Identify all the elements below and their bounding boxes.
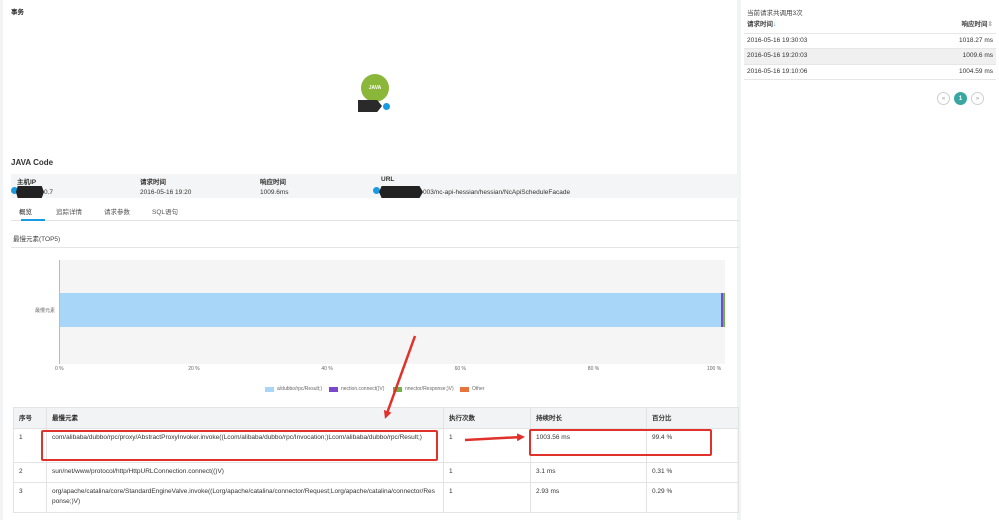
- legend-swatch: [393, 386, 402, 392]
- col-count: 执行次数: [443, 407, 531, 429]
- main-panel: 事务 JAVA JAVA Code 主机IP 请求时间 响应时间 URL 0.7…: [3, 0, 739, 520]
- invocation-response: 1004.59 ms: [901, 64, 996, 80]
- cell-count: 1: [443, 462, 531, 483]
- table-row[interactable]: 3 org/apache/catalina/core/StandardEngin…: [13, 482, 739, 513]
- header-response-time: 响应时间: [260, 179, 286, 186]
- cell-element: org/apache/catalina/core/StandardEngineV…: [46, 482, 444, 513]
- sidebar-col-time-label: 请求时间: [747, 21, 773, 28]
- sidebar-col-time[interactable]: 请求时间↓: [744, 18, 902, 34]
- invocation-response: 1018.27 ms: [901, 33, 996, 49]
- tab-trace-details[interactable]: 追踪详情: [56, 206, 82, 216]
- invocation-response: 1009.6 ms: [901, 48, 996, 65]
- col-no: 序号: [13, 407, 47, 429]
- table-row[interactable]: 2 sun/net/www/protocol/http/HttpURLConne…: [13, 462, 739, 483]
- pagination: « 1 »: [937, 92, 984, 105]
- invocation-time: 2016-05-16 19:20:03: [744, 48, 902, 65]
- chart-title: 最慢元素(TOP5): [13, 236, 61, 243]
- sort-icon[interactable]: ⇕: [988, 21, 993, 28]
- sidebar-col-response-label: 响应时间: [961, 21, 988, 28]
- x-tick-label: 20 %: [188, 366, 200, 372]
- legend-item[interactable]: nection.connect()V): [329, 386, 384, 392]
- bar-segment-1[interactable]: [59, 293, 721, 327]
- response-time-value: 1009.6ms: [260, 189, 289, 196]
- cell-percent: 0.31 %: [646, 462, 739, 483]
- topology-title: 事务: [11, 9, 24, 16]
- url-marker-dot: [373, 187, 380, 194]
- active-tab-indicator: [21, 219, 45, 221]
- legend-swatch: [265, 386, 274, 392]
- x-tick-label: 0 %: [55, 366, 64, 372]
- java-service-node[interactable]: JAVA: [361, 74, 389, 102]
- node-label-redacted: [358, 100, 382, 112]
- header-url: URL: [381, 176, 395, 183]
- x-tick-label: 80 %: [587, 366, 600, 372]
- cell-duration: 2.93 ms: [530, 482, 647, 513]
- legend-item[interactable]: a/dubbo/rpc/Result;): [265, 386, 322, 392]
- cell-duration: 3.1 ms: [530, 462, 647, 483]
- node-marker-dot: [383, 103, 390, 110]
- x-tick-label: 100 %: [707, 366, 722, 372]
- cell-element: sun/net/www/protocol/http/HttpURLConnect…: [46, 462, 444, 483]
- legend-label: nnector/Response;)V): [405, 386, 454, 392]
- highlight-box-element: [41, 430, 438, 461]
- cell-no: 3: [13, 482, 47, 513]
- x-tick-label: 40 %: [321, 366, 333, 372]
- host-ip-value: 0.7: [44, 189, 54, 196]
- invocation-time: 2016-05-16 19:30:03: [744, 33, 902, 49]
- prev-page-button[interactable]: «: [937, 92, 950, 105]
- invocation-sidebar: 当前请求共调用3次 请求时间↓ 响应时间⇕ 2016-05-16 19:30:0…: [741, 0, 999, 520]
- cell-no: 2: [13, 462, 47, 483]
- bar-segment-3[interactable]: [723, 293, 726, 327]
- invocation-row[interactable]: 2016-05-16 19:10:06 1004.59 ms: [744, 64, 996, 80]
- legend-label: a/dubbo/rpc/Result;): [277, 386, 323, 392]
- invocation-row-selected[interactable]: 2016-05-16 19:20:03 1009.6 ms: [744, 48, 996, 65]
- header-host-ip: 主机IP: [17, 179, 37, 186]
- url-value[interactable]: 003/nc-api-hessian/hessian/NcApiSchedule…: [423, 189, 570, 196]
- next-page-button[interactable]: »: [971, 92, 984, 105]
- legend-item[interactable]: nnector/Response;)V): [393, 386, 454, 392]
- legend-swatch: [460, 386, 469, 392]
- col-percent: 百分比: [646, 407, 739, 429]
- tab-overview[interactable]: 概览: [19, 206, 32, 216]
- tab-request-params[interactable]: 请求参数: [104, 206, 130, 216]
- cell-percent: 0.29 %: [646, 482, 739, 513]
- request-info-row: [11, 174, 739, 198]
- chart-y-axis: [59, 260, 60, 364]
- request-time-value: 2016-05-16 19:20: [140, 189, 192, 196]
- invocation-table: 请求时间↓ 响应时间⇕ 2016-05-16 19:30:03 1018.27 …: [744, 18, 996, 80]
- invocation-time: 2016-05-16 19:10:06: [744, 64, 902, 80]
- cell-count: 1: [443, 482, 531, 513]
- cell-count: 1: [443, 428, 531, 463]
- invocation-row[interactable]: 2016-05-16 19:30:03 1018.27 ms: [744, 33, 996, 49]
- sidebar-title: 当前请求共调用3次: [747, 10, 803, 17]
- url-host-redacted: [379, 186, 423, 198]
- col-element: 最慢元素: [46, 407, 444, 429]
- header-request-time: 请求时间: [140, 179, 166, 186]
- sort-desc-icon[interactable]: ↓: [773, 21, 776, 28]
- slowest-element-chart: [59, 260, 726, 364]
- col-duration: 持续时长: [530, 407, 647, 429]
- host-ip-redacted: [16, 186, 44, 198]
- highlight-box-duration: [529, 429, 712, 456]
- legend-label: Other: [472, 386, 485, 392]
- chart-category-label: 最慢元素: [35, 308, 56, 314]
- tab-sql[interactable]: SQL语句: [152, 206, 178, 216]
- x-tick-label: 60 %: [454, 366, 466, 372]
- legend-label: nection.connect()V): [341, 386, 385, 392]
- chart-divider: [11, 247, 739, 248]
- sidebar-col-response[interactable]: 响应时间⇕: [901, 18, 996, 34]
- java-code-title: JAVA Code: [11, 158, 54, 167]
- page-1-button[interactable]: 1: [954, 92, 967, 105]
- legend-item[interactable]: Other: [460, 386, 485, 392]
- detail-tabs: 概览 追踪详情 请求参数 SQL语句: [11, 203, 739, 221]
- legend-swatch: [329, 386, 338, 392]
